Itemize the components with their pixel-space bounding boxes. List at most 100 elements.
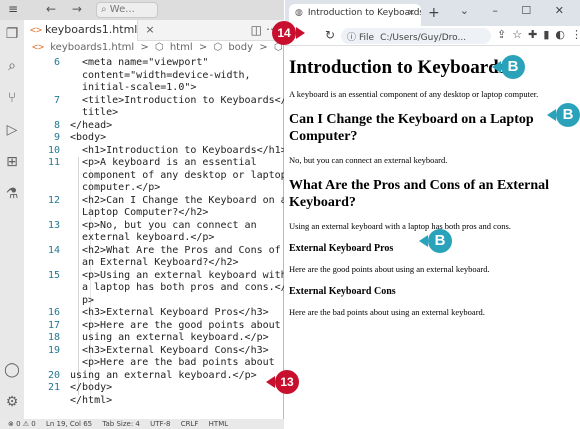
code-line[interactable]: title> [70, 107, 284, 120]
code-line[interactable]: <title>Introduction to Keyboards</ [70, 95, 284, 108]
code-line[interactable]: <p>No, but you can connect an [70, 220, 284, 233]
code-line[interactable]: <h1>Introduction to Keyboards</h1> [70, 145, 284, 158]
close-icon[interactable]: × [407, 8, 415, 18]
step-14-pointer [296, 27, 305, 39]
code-line[interactable]: p> [70, 295, 284, 308]
account-icon[interactable]: ◯ [4, 362, 20, 378]
line-number [24, 232, 60, 245]
close-icon[interactable]: × [145, 23, 154, 36]
line-number: 19 [47, 344, 60, 356]
extensions-puzzle-icon[interactable]: ✚ [528, 28, 543, 41]
callout-b-bubble: B [556, 103, 580, 127]
code-line[interactable]: <p>A keyboard is an essential [70, 157, 284, 170]
line-number: 11 [47, 157, 60, 168]
testing-icon[interactable]: ⚗ [4, 186, 20, 202]
breadcrumb-item[interactable]: keyboards1.html [50, 42, 134, 53]
code-line[interactable]: </html> [70, 395, 284, 408]
code-line[interactable]: <body> [70, 132, 284, 145]
line-number: 13 [47, 219, 60, 231]
line-number [24, 357, 60, 370]
code-line[interactable]: <h2>Can I Change the Keyboard on a [70, 195, 284, 208]
code-line[interactable]: computer.</p> [70, 182, 284, 195]
code-line[interactable]: <h3>External Keyboard Cons</h3> [70, 345, 284, 358]
code-line[interactable]: </head> [70, 120, 284, 133]
element-icon: ⬡ [213, 42, 223, 53]
line-number: 12 [47, 194, 60, 206]
sidebar-icon[interactable]: ▮ [543, 28, 555, 41]
scheme-label: File [359, 33, 375, 43]
line-number: 17 [47, 319, 60, 331]
browser-tab[interactable]: ◍ Introduction to Keyboards × [289, 4, 421, 26]
breadcrumb-item[interactable]: body [228, 42, 253, 53]
page-heading-h2: What Are the Pros and Cons of an Externa… [289, 178, 550, 210]
settings-gear-icon[interactable]: ⚙ [4, 394, 20, 410]
tab-size[interactable]: Tab Size: 4 [102, 420, 139, 428]
address-bar[interactable]: ⓘ File C:/Users/Guy/Dro... [341, 28, 491, 44]
line-number [24, 107, 60, 120]
line-number [24, 70, 60, 83]
toolbar-icons: ⇪☆✚▮◐⋮ [497, 28, 580, 41]
profile-icon[interactable]: ◐ [555, 28, 571, 41]
vscode-window: ≡ ← → ⌕ We... ❐ ⌕ ⑂ ▷ ⊞ ⚗ ◯ ⚙ <> keyboard… [0, 0, 295, 429]
line-number: 7 [53, 94, 60, 106]
code-line[interactable]: component of any desktop or laptop [70, 170, 284, 183]
editor-tab-label: keyboards1.html [45, 23, 138, 36]
menu-dots-icon[interactable]: ⋮ [571, 28, 580, 41]
run-debug-icon[interactable]: ▷ [4, 122, 20, 138]
search-icon[interactable]: ⌕ [4, 58, 20, 74]
line-number-gutter: 6 7 8 9 10 11 12 13 14 15 16 17 18 19 20 21 [24, 57, 60, 407]
code-line[interactable]: Laptop Computer?</h2> [70, 207, 284, 220]
code-line[interactable]: a laptop has both pros and cons.</ [70, 282, 284, 295]
code-line[interactable]: </body> [70, 382, 284, 395]
info-icon[interactable]: ⓘ [347, 33, 356, 43]
nav-arrows[interactable]: ← → [46, 2, 88, 16]
code-lines[interactable]: <meta name="viewport" content="width=devi… [70, 57, 284, 407]
extensions-icon[interactable]: ⊞ [4, 154, 20, 170]
source-control-icon[interactable]: ⑂ [4, 90, 20, 106]
window-controls[interactable]: ⌄ – ☐ ✕ [460, 4, 574, 17]
code-line[interactable]: <h3>External Keyboard Pros</h3> [70, 307, 284, 320]
callout-pointer [419, 235, 428, 247]
callout-b-bubble: B [501, 55, 525, 79]
status-bar: ⊗ 0 ⚠ 0 Ln 19, Col 65 Tab Size: 4 UTF-8 … [0, 419, 284, 429]
share-icon[interactable]: ⇪ [497, 28, 512, 41]
code-line[interactable]: using an external keyboard.</p> [70, 370, 284, 383]
code-line[interactable]: content="width=device-width, [70, 70, 284, 83]
language-mode[interactable]: HTML [209, 420, 228, 428]
code-line[interactable]: an External Keyboard?</h2> [70, 257, 284, 270]
code-line[interactable]: <p>Using an external keyboard with [70, 270, 284, 283]
activity-bar: ❐ ⌕ ⑂ ▷ ⊞ ⚗ ◯ ⚙ [0, 20, 24, 419]
command-search[interactable]: ⌕ We... [96, 2, 158, 18]
code-line[interactable]: using an external keyboard.</p> [70, 332, 284, 345]
page-paragraph: A keyboard is an essential component of … [289, 89, 539, 99]
page-heading-h3: External Keyboard Cons [289, 286, 396, 297]
code-line[interactable]: <p>Here are the good points about [70, 320, 284, 333]
line-number: 18 [47, 332, 60, 343]
code-line[interactable]: <meta name="viewport" [70, 57, 284, 70]
line-ending[interactable]: CRLF [181, 420, 199, 428]
split-editor-icon[interactable]: ◫ [251, 23, 262, 37]
files-icon[interactable]: ❐ [4, 26, 20, 42]
hamburger-icon[interactable]: ≡ [8, 2, 18, 16]
line-number: 20 [47, 369, 60, 381]
html-file-icon: <> [32, 42, 45, 53]
cursor-position[interactable]: Ln 19, Col 65 [46, 420, 92, 428]
problems-status[interactable]: ⊗ 0 ⚠ 0 [8, 420, 36, 428]
code-line[interactable]: <h2>What Are the Pros and Cons of [70, 245, 284, 258]
new-tab-button[interactable]: + [428, 5, 440, 21]
callout-b-h2: B [547, 103, 580, 127]
code-line[interactable]: external keyboard.</p> [70, 232, 284, 245]
line-number [24, 207, 60, 220]
browser-tabstrip: ◍ Introduction to Keyboards × + ⌄ – ☐ ✕ [285, 0, 580, 26]
bookmark-star-icon[interactable]: ☆ [512, 28, 528, 41]
line-number: 21 [47, 382, 60, 393]
code-line[interactable]: initial-scale=1.0"> [70, 82, 284, 95]
code-editor[interactable]: 6 7 8 9 10 11 12 13 14 15 16 17 18 19 20 21 <meta name=… [24, 57, 284, 419]
reload-icon[interactable]: ↻ [325, 28, 335, 42]
browser-tab-title: Introduction to Keyboards [307, 8, 421, 18]
editor-tab[interactable]: <> keyboards1.html × [24, 20, 155, 41]
code-line[interactable]: <p>Here are the bad points about [70, 357, 284, 370]
breadcrumb-item[interactable]: html [170, 42, 193, 53]
callout-b-h1: B [492, 55, 525, 79]
encoding[interactable]: UTF-8 [150, 420, 170, 428]
